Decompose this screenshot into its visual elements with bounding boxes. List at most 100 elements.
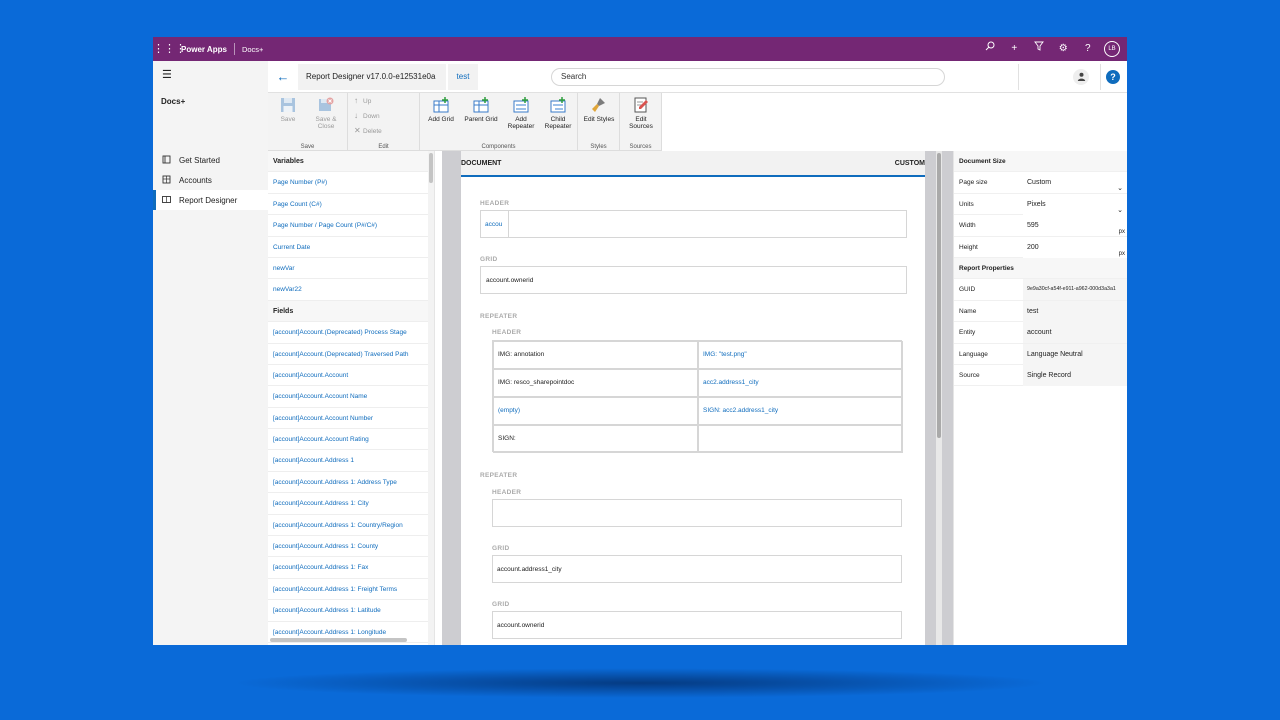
app-launcher-icon[interactable]: ⋮⋮⋮ [153,37,186,61]
edit-sources-button[interactable]: Edit Sources [622,97,660,130]
add-repeater-button[interactable]: Add Repeater [504,97,538,130]
brand-name[interactable]: Power Apps [181,45,227,54]
fields-scrollbar[interactable] [428,151,434,645]
field-item[interactable]: [account]Account.Account Number [268,408,434,430]
avatar[interactable]: LB [1104,41,1120,57]
fields-panel: Variables Page Number (P#) Page Count (C… [268,151,435,645]
field-item[interactable]: [account]Account.Address 1 [268,450,434,472]
field-item[interactable]: [account]Account.Address 1: Freight Term… [268,579,434,601]
field-item[interactable]: [account]Account.(Deprecated) Traversed … [268,344,434,365]
scrollbar-thumb[interactable] [429,153,433,183]
nav-item-label: Get Started [179,155,220,165]
properties-panel: Document Size Page size Custom ⌄ Units Pi… [953,151,1127,645]
field-item[interactable]: [account]Account.Address 1: Fax [268,557,434,579]
canvas-scrollbar[interactable] [936,151,942,645]
nav-item-report-designer[interactable]: Report Designer [153,190,268,210]
repeater-cell[interactable]: acc2.address1_city [698,369,903,397]
app-name[interactable]: Docs+ [242,45,263,54]
grid-section-label: GRID [480,256,498,263]
back-arrow-icon[interactable]: ← [268,61,298,93]
ribbon-group-save: Save Save & Close Save [268,93,348,151]
hamburger-icon[interactable]: ☰ [162,70,172,81]
paintbrush-icon [592,98,605,112]
variable-item[interactable]: Page Number (P#) [268,172,434,194]
repeater2-grid2-box[interactable] [492,611,902,639]
document-page: DOCUMENT CUSTOM HEADER accou GRID accoun… [461,151,925,645]
variable-item[interactable]: newVar22 [268,279,434,301]
field-item[interactable]: [account]Account.Account [268,365,434,387]
repeater-section-label: REPEATER [480,313,518,320]
repeater2-section-label: REPEATER [480,472,518,479]
group-label-sources: Sources [629,144,652,150]
repeater-cell[interactable]: (empty) [493,397,698,425]
edit-document-icon [634,97,648,113]
save-button[interactable]: Save [275,97,301,123]
width-input[interactable]: 595 px [1023,215,1127,237]
language-row: Language Language Neutral [954,343,1127,365]
repeater-cell[interactable]: IMG: annotation [493,341,698,369]
filter-icon[interactable] [1027,37,1052,61]
repeater-cell[interactable]: SIGN: acc2.address1_city [698,397,903,425]
help-icon[interactable]: ? [1076,37,1101,61]
group-label-components: Components [481,144,516,150]
document-header-bar[interactable]: DOCUMENT CUSTOM [461,151,925,177]
guid-row: GUID 9e9a30cf-a54f-e911-a962-000d3a3a1 [954,279,1127,301]
header-section-label: HEADER [480,200,510,207]
width-row: Width 595 px [954,215,1127,237]
units-select[interactable]: Pixels ⌄ [1023,193,1127,215]
gear-icon[interactable]: ⚙ [1051,37,1076,61]
topbar-separator [233,43,235,55]
field-item[interactable]: [account]Account.Address 1: City [268,493,434,515]
repeater-cell[interactable] [698,425,903,453]
record-name-link[interactable]: test [448,64,478,90]
child-repeater-button[interactable]: Child Repeater [540,97,576,130]
repeater2-grid2-text: account.ownerid [497,622,545,629]
grid-box[interactable] [480,266,907,294]
user-icon[interactable] [1073,69,1089,85]
repeater-cell[interactable]: IMG: "test.png" [698,341,903,369]
parent-grid-button[interactable]: Parent Grid [460,97,502,123]
variable-item[interactable]: newVar [268,258,434,280]
book-icon [161,155,171,166]
save-close-button[interactable]: Save & Close [310,97,342,130]
height-input[interactable]: 200 px [1023,236,1127,258]
help-circle-icon[interactable]: ? [1106,70,1120,84]
field-item[interactable]: [account]Account.Address 1: Country/Regi… [268,515,434,537]
nav-item-accounts[interactable]: Accounts [153,170,268,190]
search-input[interactable]: Search [551,68,945,86]
search-icon[interactable] [978,37,1003,61]
repeater-cell[interactable]: SIGN: [493,425,698,453]
fields-horizontal-scrollbar[interactable] [270,638,407,642]
topbar-actions: + ⚙ ? LB [978,37,1128,61]
field-item[interactable]: [account]Account.(Deprecated) Process St… [268,322,434,344]
field-item[interactable]: [account]Account.Address 1: Address Type [268,472,434,494]
edit-styles-button[interactable]: Edit Styles [580,97,618,123]
variable-item[interactable]: Page Count (C#) [268,194,434,216]
nav-item-get-started[interactable]: Get Started [153,150,268,170]
name-row: Name test [954,300,1127,323]
field-item[interactable]: [account]Account.Account Name [268,386,434,408]
ribbon-group-styles: Edit Styles Styles [578,93,620,151]
ribbon-group-edit: ↑ Up ↓ Down ✕ Delete Edit [348,93,420,151]
delete-button[interactable]: ✕ Delete [354,126,382,135]
px-unit: px [1118,229,1125,236]
nav-item-label: Report Designer [179,195,238,205]
add-grid-button[interactable]: Add Grid [424,97,458,123]
field-item[interactable]: [account]Account.Address 1: County [268,536,434,558]
fields-list: Variables Page Number (P#) Page Count (C… [268,151,434,643]
report-properties-header: Report Properties [954,258,1127,280]
variable-item[interactable]: Page Number / Page Count (P#/C#) [268,215,434,237]
variables-header: Variables [268,151,434,173]
repeater2-header-box[interactable] [492,499,902,527]
field-item[interactable]: [account]Account.Account Rating [268,429,434,451]
header-box[interactable] [480,210,907,238]
plus-icon[interactable]: + [1002,37,1027,61]
down-button[interactable]: ↓ Down [354,111,380,120]
up-button[interactable]: ↑ Up [354,96,371,105]
window-shadow [230,668,1050,698]
repeater-cell[interactable]: IMG: resco_sharepointdoc [493,369,698,397]
field-item[interactable]: [account]Account.Address 1: Latitude [268,600,434,622]
scrollbar-thumb[interactable] [937,153,941,438]
variable-item[interactable]: Current Date [268,237,434,258]
page-size-select[interactable]: Custom ⌄ [1023,172,1127,194]
